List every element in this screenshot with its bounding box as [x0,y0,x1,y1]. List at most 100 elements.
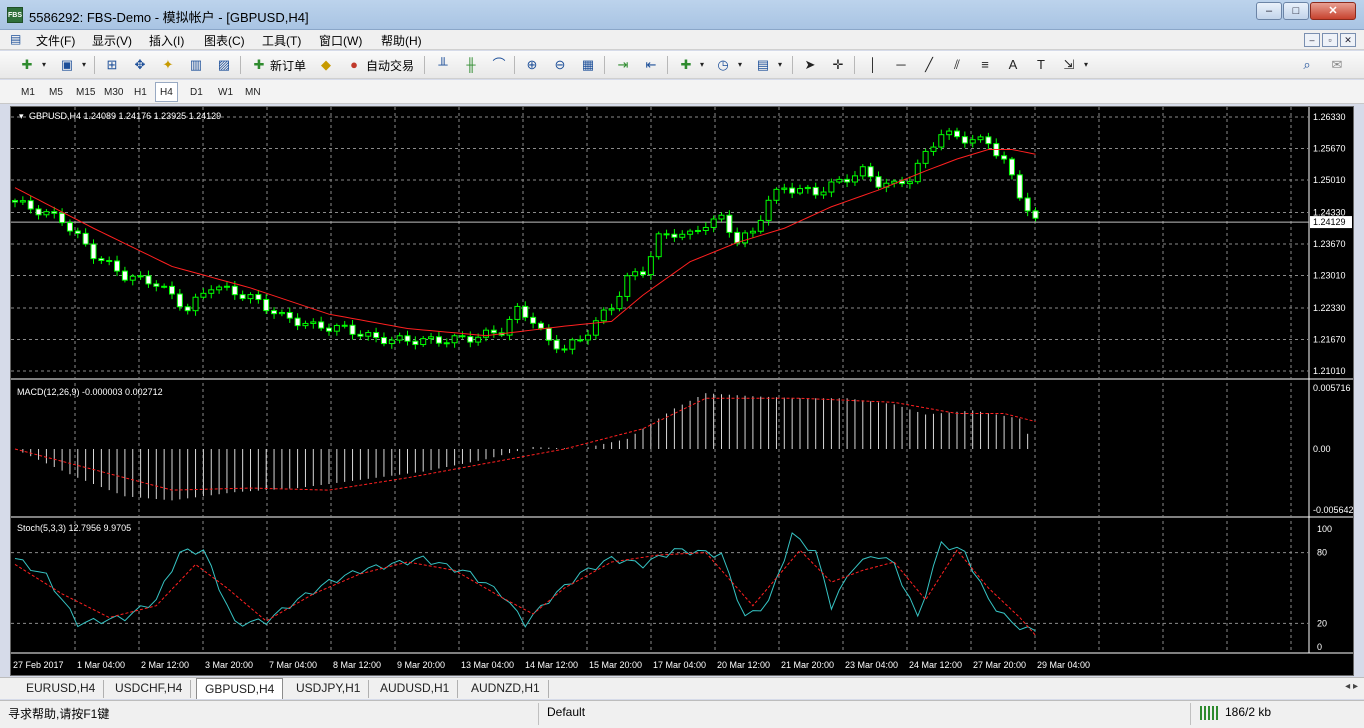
search-icon[interactable]: ⌕ [1296,55,1318,75]
text-icon[interactable]: A [1002,55,1024,75]
zoom-out-icon[interactable]: ⊖ [549,55,571,75]
menu-window[interactable]: 窗口(W) [319,32,362,49]
time-tick-label: 23 Mar 04:00 [845,660,898,670]
trendline-icon[interactable]: ╱ [918,55,940,75]
arrows-icon[interactable]: ⇲ [1058,55,1080,75]
tab-gbpusd-h4[interactable]: GBPUSD,H4 [196,678,284,699]
profiles-dropdown-icon[interactable]: ▾ [80,55,88,75]
candle-body [930,146,937,152]
market-watch-icon[interactable]: ⊞ [101,55,123,75]
autotrade-button[interactable]: 自动交易 [366,57,414,74]
mdi-restore-button[interactable]: ▫ [1322,33,1338,47]
bar-chart-icon[interactable]: ╨ [432,55,454,75]
status-divider [1190,703,1191,725]
menu-view[interactable]: 显示(V) [92,32,132,49]
tab-scroll-arrows-icon[interactable]: ◂ ▸ [1345,681,1358,692]
candle-body [106,260,113,263]
status-connection: 186/2 kb [1225,705,1272,719]
indicators-dropdown-icon[interactable]: ▾ [698,55,706,75]
navigator-icon[interactable]: ✥ [129,55,151,75]
line-chart-icon[interactable]: ⌒ [488,55,510,75]
candlestick-icon[interactable]: ╫ [460,55,482,75]
timeframe-d1[interactable]: D1 [185,82,208,102]
chart-shift-icon[interactable]: ⇤ [640,55,662,75]
chat-icon[interactable]: ✉ [1326,55,1348,75]
tile-windows-icon[interactable]: ▦ [577,55,599,75]
tab-audnzd-h1[interactable]: AUDNZD,H1 [463,680,549,698]
timeframe-m30[interactable]: M30 [99,82,128,102]
timeframe-h4[interactable]: H4 [155,82,178,102]
candle-body [443,342,450,345]
profiles-icon[interactable]: ▣ [56,55,78,75]
candle-body [632,271,639,277]
candle-body [969,139,976,144]
menu-insert[interactable]: 插入(I) [149,32,184,49]
candle-body [922,150,929,164]
new-order-button[interactable]: 新订单 [270,57,306,74]
terminal-icon[interactable]: ▥ [185,55,207,75]
periods-dropdown-icon[interactable]: ▾ [736,55,744,75]
autotrade-icon[interactable]: ● [343,55,365,75]
data-window-icon[interactable]: ✦ [157,55,179,75]
vertical-line-icon[interactable]: │ [862,55,884,75]
fibonacci-icon[interactable]: ≡ [974,55,996,75]
horizontal-line-icon[interactable]: ─ [890,55,912,75]
strategy-tester-icon[interactable]: ▨ [213,55,235,75]
text-label-icon[interactable]: T [1030,55,1052,75]
toolbar-separator [667,56,668,74]
tab-audusd-h1[interactable]: AUDUSD,H1 [372,680,459,698]
candle-body [749,230,756,234]
tab-usdjpy-h1[interactable]: USDJPY,H1 [288,680,370,698]
metaeditor-icon[interactable]: ◆ [315,55,337,75]
templates-dropdown-icon[interactable]: ▾ [776,55,784,75]
candle-body [694,229,701,232]
equidistant-channel-icon[interactable]: ⫽ [946,55,968,75]
candle-body [836,178,843,183]
candle-body [255,294,262,300]
timeframe-m1[interactable]: M1 [16,82,40,102]
status-bar: 寻求帮助,请按F1键 Default 186/2 kb [0,700,1364,728]
candle-body [380,337,387,345]
crosshair-icon[interactable]: ✛ [827,55,849,75]
candle-body [153,283,160,287]
macd-indicator [14,393,1036,501]
timeframe-m15[interactable]: M15 [71,82,100,102]
timeframe-h1[interactable]: H1 [129,82,152,102]
templates-icon[interactable]: ▤ [752,55,774,75]
tab-eurusd-h4[interactable]: EURUSD,H4 [18,680,105,698]
new-chart-icon[interactable]: ✚ [16,55,38,75]
timeframe-m5[interactable]: M5 [44,82,68,102]
close-button[interactable]: ✕ [1310,2,1356,20]
menu-tools[interactable]: 工具(T) [262,32,301,49]
menu-charts[interactable]: 图表(C) [204,32,245,49]
timeframe-mn[interactable]: MN [240,82,266,102]
menu-file[interactable]: 文件(F) [36,32,75,49]
zoom-in-icon[interactable]: ⊕ [521,55,543,75]
mdi-minimize-button[interactable]: – [1304,33,1320,47]
candle-body [906,181,913,185]
minimize-button[interactable]: – [1256,2,1282,20]
candle-body [954,130,960,138]
new-chart-dropdown-icon[interactable]: ▾ [40,55,48,75]
candle-body [200,292,207,298]
cursor-icon[interactable]: ➤ [799,55,821,75]
tab-usdchf-h4[interactable]: USDCHF,H4 [107,680,192,698]
candle-body [1024,197,1031,212]
document-icon[interactable]: ▤ [10,32,21,46]
status-divider [538,703,539,725]
arrows-dropdown-icon[interactable]: ▾ [1082,55,1090,75]
auto-scroll-icon[interactable]: ⇥ [612,55,634,75]
mdi-close-button[interactable]: ✕ [1340,33,1356,47]
chart-canvas[interactable]: 1.26330 1.25670 1.25010 1.24330 1.23670 1.230… [11,107,1353,675]
new-order-icon[interactable]: ✚ [248,55,270,75]
periods-clock-icon[interactable]: ◷ [712,55,734,75]
timeframe-w1[interactable]: W1 [213,82,238,102]
candle-body [239,294,246,300]
time-tick-label: 2 Mar 12:00 [141,660,189,670]
maximize-button[interactable]: □ [1283,2,1309,20]
candle-body [608,308,615,311]
indicators-icon[interactable]: ✚ [675,55,697,75]
chart-menu-icon[interactable]: ▾ [19,111,24,121]
menu-help[interactable]: 帮助(H) [381,32,422,49]
chart-window[interactable]: 1.26330 1.25670 1.25010 1.24330 1.23670 1.230… [10,106,1354,676]
